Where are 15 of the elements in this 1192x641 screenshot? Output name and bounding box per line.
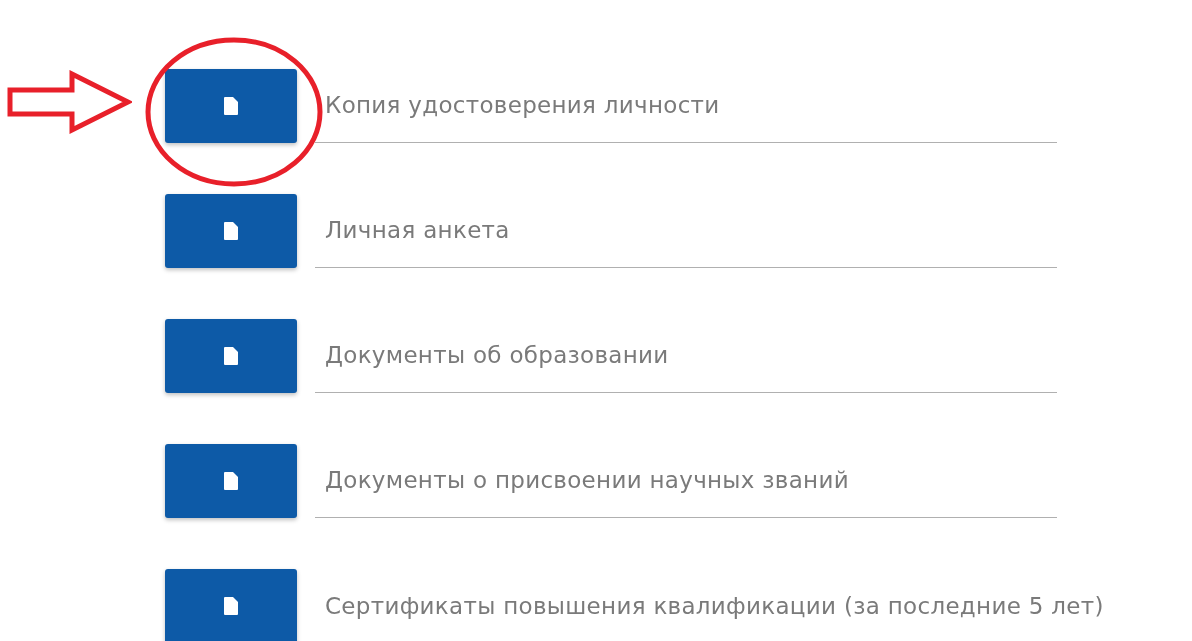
file-icon	[224, 222, 238, 240]
file-icon	[224, 347, 238, 365]
file-icon	[224, 597, 238, 615]
document-label: Копия удостоверения личности	[325, 91, 720, 121]
document-label: Сертификаты повышения квалификации (за последние 5 лет)	[325, 591, 1104, 621]
file-icon	[224, 472, 238, 490]
upload-button[interactable]	[165, 569, 297, 641]
upload-button[interactable]	[165, 194, 297, 268]
document-label: Документы об образовании	[325, 341, 669, 371]
upload-button[interactable]	[165, 69, 297, 143]
document-label: Личная анкета	[325, 216, 510, 246]
file-icon	[224, 97, 238, 115]
document-label: Документы о присвоении научных званий	[325, 466, 849, 496]
upload-button[interactable]	[165, 319, 297, 393]
upload-button[interactable]	[165, 444, 297, 518]
